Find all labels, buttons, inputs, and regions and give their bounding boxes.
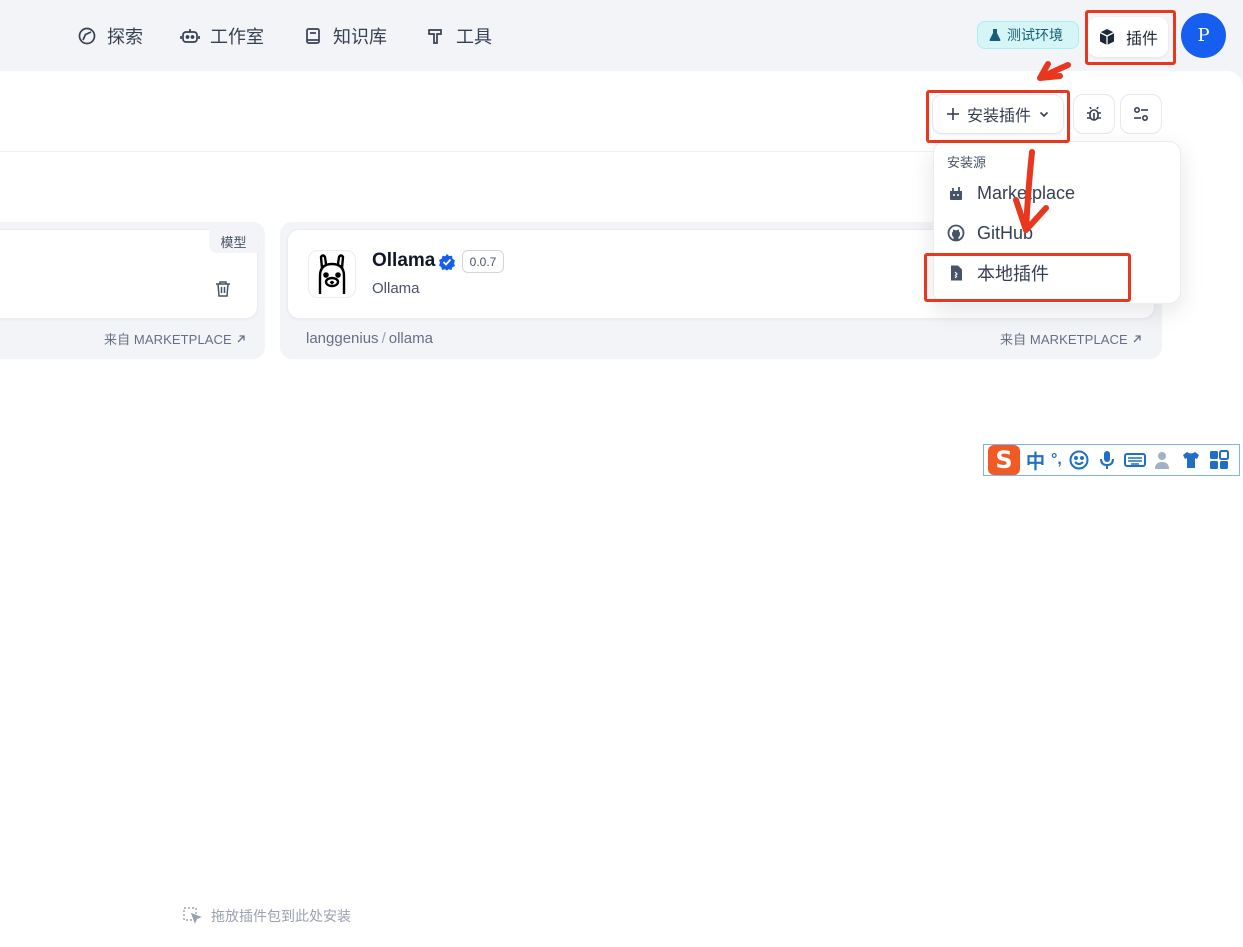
menu-item-marketplace[interactable]: Marketplace — [947, 179, 1075, 207]
install-source-title: 安装源 — [947, 155, 987, 170]
annotation-box-plugins — [1085, 10, 1176, 65]
arrow-up-right-icon — [1133, 334, 1141, 342]
bug-icon — [1087, 106, 1101, 121]
shirt-icon[interactable] — [1180, 449, 1202, 471]
ime-toolbar[interactable]: S 中 °, — [983, 444, 1240, 476]
plugin-repo: langgenius / ollama — [306, 330, 433, 347]
nav-studio-label: 工作室 — [210, 27, 264, 47]
settings-button[interactable] — [1120, 94, 1162, 134]
trash-icon[interactable] — [214, 280, 232, 298]
llama-icon — [318, 254, 346, 294]
menu-item-marketplace-label: Marketplace — [977, 182, 1076, 203]
drop-zone-hint: 拖放插件包到此处安装 — [183, 906, 351, 926]
marketplace-icon — [950, 187, 962, 200]
grid-icon[interactable] — [1208, 449, 1230, 471]
microphone-icon[interactable] — [1096, 449, 1118, 471]
nav-tools-label: 工具 — [456, 27, 492, 47]
repo-name: ollama — [388, 330, 433, 347]
github-icon — [947, 224, 965, 242]
drop-zone-hint-label: 拖放插件包到此处安装 — [211, 908, 351, 924]
verified-badge-icon — [439, 254, 455, 271]
nav-explore-label: 探索 — [107, 27, 143, 47]
plugin-name: Ollama — [372, 250, 436, 271]
annotation-box-install — [926, 90, 1070, 143]
nav-explore[interactable]: 探索 — [77, 22, 143, 50]
env-badge-label: 测试环境 — [1007, 27, 1063, 43]
ime-mode[interactable]: 中 — [1026, 447, 1045, 474]
nav-knowledge-label: 知识库 — [333, 27, 387, 47]
ollama-logo — [308, 250, 356, 298]
emoji-icon[interactable] — [1068, 449, 1090, 471]
repo-org: langgenius — [306, 330, 379, 347]
menu-item-github-label: GitHub — [977, 222, 1034, 243]
plugin-subtitle: Ollama — [372, 280, 420, 297]
source-label: 来自 MARKETPLACE — [104, 332, 232, 347]
menu-item-github[interactable]: GitHub — [947, 219, 1033, 247]
user-icon[interactable] — [1152, 449, 1174, 471]
ime-logo[interactable]: S — [988, 445, 1020, 475]
version-badge: 0.0.7 — [462, 250, 504, 273]
keyboard-icon[interactable] — [1123, 449, 1146, 471]
sliders-icon — [1133, 106, 1149, 122]
source-label: 来自 MARKETPLACE — [1000, 332, 1128, 347]
env-badge: 测试环境 — [977, 21, 1079, 49]
drag-drop-icon — [183, 907, 202, 924]
nav-tools[interactable]: 工具 — [426, 22, 492, 50]
annotation-box-local — [924, 253, 1131, 302]
avatar[interactable]: P — [1181, 13, 1226, 58]
arrow-up-right-icon — [237, 334, 245, 342]
robot-icon — [180, 29, 200, 43]
ime-punctuation[interactable]: °, — [1051, 451, 1062, 469]
debug-button[interactable] — [1073, 94, 1115, 134]
repo-separator: / — [381, 330, 386, 347]
category-tag: 模型 — [209, 229, 258, 253]
source-link[interactable]: 来自 MARKETPLACE — [1000, 329, 1142, 348]
hammer-icon — [428, 29, 442, 44]
book-icon — [306, 28, 320, 44]
flask-icon — [989, 29, 1001, 41]
source-link[interactable]: 来自 MARKETPLACE — [104, 329, 246, 348]
compass-icon — [78, 27, 96, 45]
nav-knowledge[interactable]: 知识库 — [303, 22, 387, 50]
nav-studio[interactable]: 工作室 — [180, 22, 264, 50]
